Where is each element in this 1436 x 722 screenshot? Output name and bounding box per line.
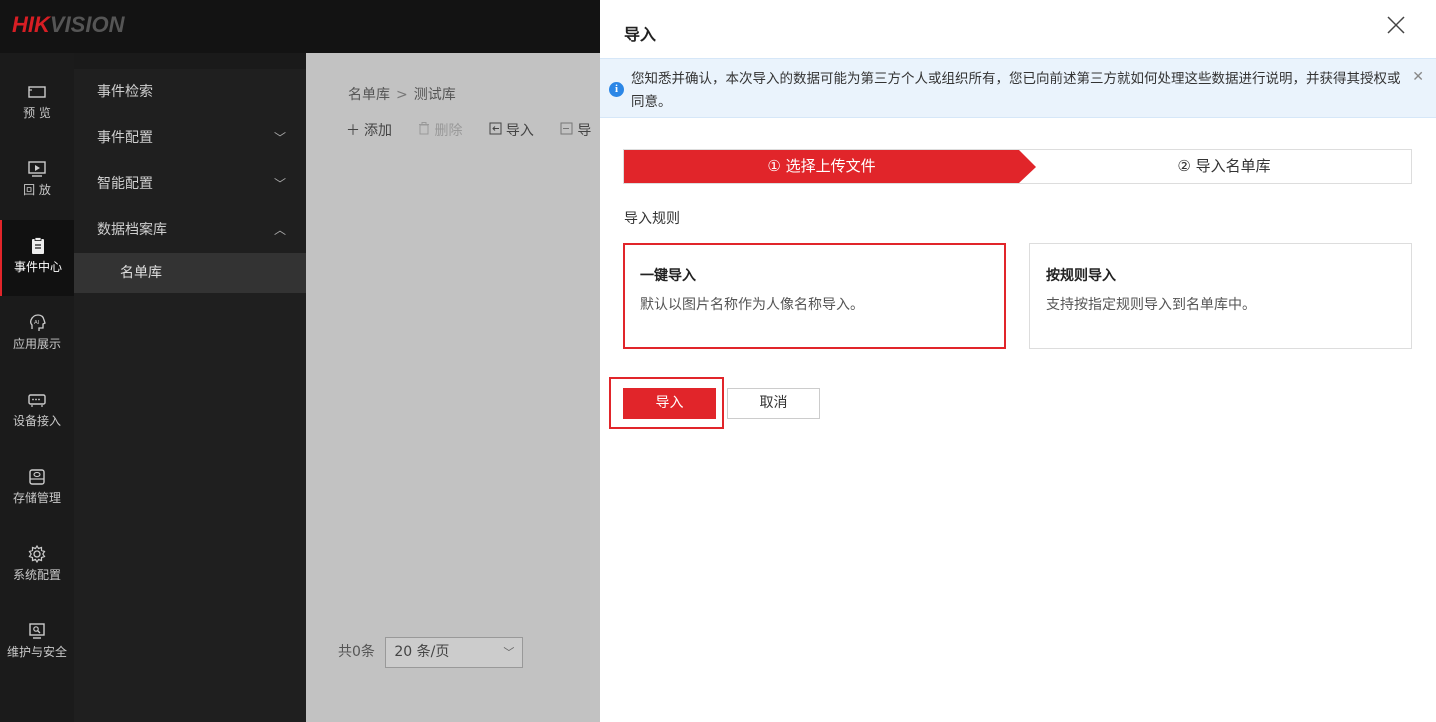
- chevron-up-icon: ︿: [273, 223, 286, 237]
- import-button[interactable]: 导入: [623, 388, 716, 419]
- card-desc: 支持按指定规则导入到名单库中。: [1046, 297, 1256, 313]
- plus-icon: ＋: [346, 123, 360, 139]
- device-icon: [0, 390, 74, 410]
- maintenance-icon: [0, 621, 74, 641]
- add-label: 添加: [364, 123, 392, 139]
- export-label: 导: [577, 123, 592, 139]
- pager: 共0条 20 条/页 ﹀: [338, 637, 524, 668]
- page-size-select[interactable]: 20 条/页 ﹀: [385, 637, 524, 668]
- sub-item-label: 数据档案库: [97, 222, 167, 238]
- import-icon: [489, 122, 502, 139]
- step-bar: ① 选择上传文件 ② 导入名单库: [623, 149, 1412, 184]
- nav-item-device-access[interactable]: 设备接入: [0, 374, 74, 450]
- total-count: 共0条: [338, 644, 375, 660]
- card-desc: 默认以图片名称作为人像名称导入。: [640, 297, 864, 313]
- sub-item-event-search[interactable]: 事件检索: [74, 69, 306, 115]
- top-bar: HIKVISION: [0, 0, 600, 53]
- breadcrumb-root[interactable]: 名单库: [348, 87, 390, 103]
- notice-text: 您知悉并确认，本次导入的数据可能为第三方个人或组织所有，您已向前述第三方就如何处…: [631, 71, 1401, 110]
- sub-item-label: 事件检索: [97, 84, 153, 100]
- nav-label: 回 放: [23, 183, 51, 197]
- clipboard-icon: [2, 236, 74, 256]
- info-icon: i: [609, 82, 624, 97]
- chevron-down-icon: ﹀: [273, 131, 286, 145]
- sub-item-data-archive[interactable]: 数据档案库 ︿: [74, 207, 306, 253]
- export-icon: [560, 122, 573, 139]
- nav-label: 设备接入: [12, 414, 61, 428]
- one-click-import-card[interactable]: 一键导入 默认以图片名称作为人像名称导入。: [623, 243, 1006, 349]
- import-toolbar-button[interactable]: 导入: [489, 120, 534, 140]
- monitor-icon: [0, 82, 74, 102]
- hikvision-logo: HIKVISION: [12, 12, 124, 38]
- step-select-file: ① 选择上传文件: [624, 150, 1019, 183]
- sub-item-smart-config[interactable]: 智能配置 ﹀: [74, 161, 306, 207]
- gear-icon: [0, 544, 74, 564]
- left-nav: 预 览 回 放 事件中心 AI 应用展示 设备接入 存储管理 系统配置 维护与安…: [0, 53, 74, 722]
- sub-nav: 事件检索 事件配置 ﹀ 智能配置 ﹀ 数据档案库 ︿ 名单库: [74, 53, 306, 722]
- nav-item-playback[interactable]: 回 放: [0, 143, 74, 219]
- sub-item-event-config[interactable]: 事件配置 ﹀: [74, 115, 306, 161]
- playback-icon: [0, 159, 74, 179]
- export-toolbar-button[interactable]: 导: [560, 120, 591, 140]
- page-size-value: 20 条/页: [394, 644, 450, 660]
- nav-item-maintenance-security[interactable]: 维护与安全: [0, 605, 74, 681]
- consent-notice: i 您知悉并确认，本次导入的数据可能为第三方个人或组织所有，您已向前述第三方就如…: [600, 58, 1436, 118]
- nav-label: 存储管理: [12, 491, 61, 505]
- nav-label: 预 览: [23, 106, 51, 120]
- close-icon[interactable]: [1384, 14, 1408, 38]
- nav-item-event-center[interactable]: 事件中心: [0, 220, 74, 296]
- step-arrow: [1019, 150, 1036, 183]
- main-content: 名单库 > 测试库 ＋添加 删除 导入 导 共0条 20 条/页 ﹀: [306, 53, 600, 722]
- nav-item-storage[interactable]: 存储管理: [0, 451, 74, 527]
- sub-item-label: 智能配置: [97, 176, 153, 192]
- svg-text:AI: AI: [34, 320, 40, 326]
- sub-nav-top: [74, 53, 306, 69]
- step-import-library: ② 导入名单库: [1177, 157, 1271, 175]
- breadcrumb-separator: >: [396, 87, 408, 103]
- trash-icon: [418, 122, 430, 139]
- storage-icon: [0, 467, 74, 487]
- delete-label: 删除: [434, 123, 463, 139]
- nav-item-preview[interactable]: 预 览: [0, 66, 74, 142]
- sub-item-label: 事件配置: [97, 130, 153, 146]
- sub-item-label: 名单库: [120, 265, 162, 281]
- breadcrumb: 名单库 > 测试库: [348, 84, 456, 104]
- chevron-down-icon: ﹀: [273, 177, 286, 191]
- card-title: 一键导入: [640, 268, 696, 284]
- ai-head-icon: AI: [0, 313, 74, 333]
- import-rules-label: 导入规则: [624, 211, 680, 227]
- cancel-button[interactable]: 取消: [727, 388, 820, 419]
- nav-label: 系统配置: [12, 568, 61, 582]
- toolbar: ＋添加 删除 导入 导: [346, 120, 613, 140]
- chevron-down-icon: ﹀: [503, 646, 515, 659]
- breadcrumb-current: 测试库: [413, 87, 456, 103]
- dialog-title: 导入: [624, 25, 657, 44]
- nav-item-system-config[interactable]: 系统配置: [0, 528, 74, 604]
- nav-label: 事件中心: [13, 260, 62, 274]
- add-button[interactable]: ＋添加: [346, 120, 392, 140]
- nav-item-app-display[interactable]: AI 应用展示: [0, 297, 74, 373]
- sub-item-list-library[interactable]: 名单库: [74, 253, 306, 293]
- logo-hik: HIK: [12, 12, 50, 37]
- nav-label: 应用展示: [12, 337, 61, 351]
- import-label: 导入: [505, 123, 534, 139]
- notice-close-icon[interactable]: ✕: [1412, 69, 1424, 85]
- delete-button[interactable]: 删除: [418, 120, 462, 140]
- card-title: 按规则导入: [1046, 268, 1116, 284]
- logo-vision: VISION: [49, 12, 125, 37]
- import-dialog: 导入 i 您知悉并确认，本次导入的数据可能为第三方个人或组织所有，您已向前述第三…: [600, 0, 1436, 722]
- rule-import-card[interactable]: 按规则导入 支持按指定规则导入到名单库中。: [1029, 243, 1412, 349]
- nav-label: 维护与安全: [6, 645, 67, 659]
